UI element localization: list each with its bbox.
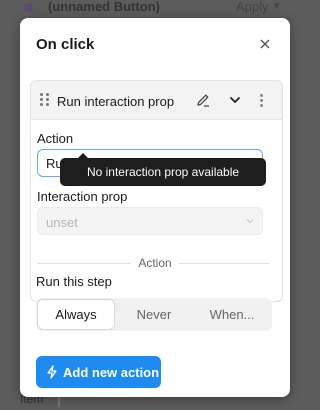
section-divider: Action [37,256,269,270]
interaction-prop-select[interactable]: unset [37,207,263,235]
lightning-icon [47,365,57,379]
edit-icon[interactable] [195,92,211,108]
chevron-down-icon: ▾ [274,0,280,12]
close-icon [260,39,270,49]
background-apply-button: Apply [236,0,269,14]
drag-handle-icon[interactable] [40,93,50,107]
component-icon: ⊠ [24,2,34,14]
interaction-prop-label: Interaction prop [37,189,128,204]
add-new-action-button[interactable]: Add new action [36,356,161,388]
run-always-option[interactable]: Always [38,300,114,329]
background-title: (unnamed Button) [48,0,160,14]
step-title: Run interaction prop [57,94,175,109]
run-condition-segmented-control: Always Never When... [36,298,272,331]
action-step-card: Run interaction prop Action Ru Interacti… [30,80,283,302]
panel-title: On click [36,36,95,53]
more-icon[interactable] [257,92,267,108]
run-this-step-label: Run this step [36,274,112,289]
run-never-option[interactable]: Never [116,300,192,329]
divider-label: Action [138,256,172,270]
action-label: Action [37,131,74,146]
collapse-chevron-icon[interactable] [227,92,243,108]
chevron-down-icon [246,219,254,224]
panel-header: On click [20,18,290,72]
run-when-option[interactable]: When... [194,300,270,329]
no-interaction-prop-tooltip: No interaction prop available [60,153,266,186]
add-new-action-label: Add new action [63,365,160,380]
close-button[interactable] [256,35,274,53]
interaction-prop-value: unset [46,215,78,230]
step-header[interactable]: Run interaction prop [31,81,282,120]
on-click-panel: On click Run interaction prop Action Ru … [20,18,290,397]
